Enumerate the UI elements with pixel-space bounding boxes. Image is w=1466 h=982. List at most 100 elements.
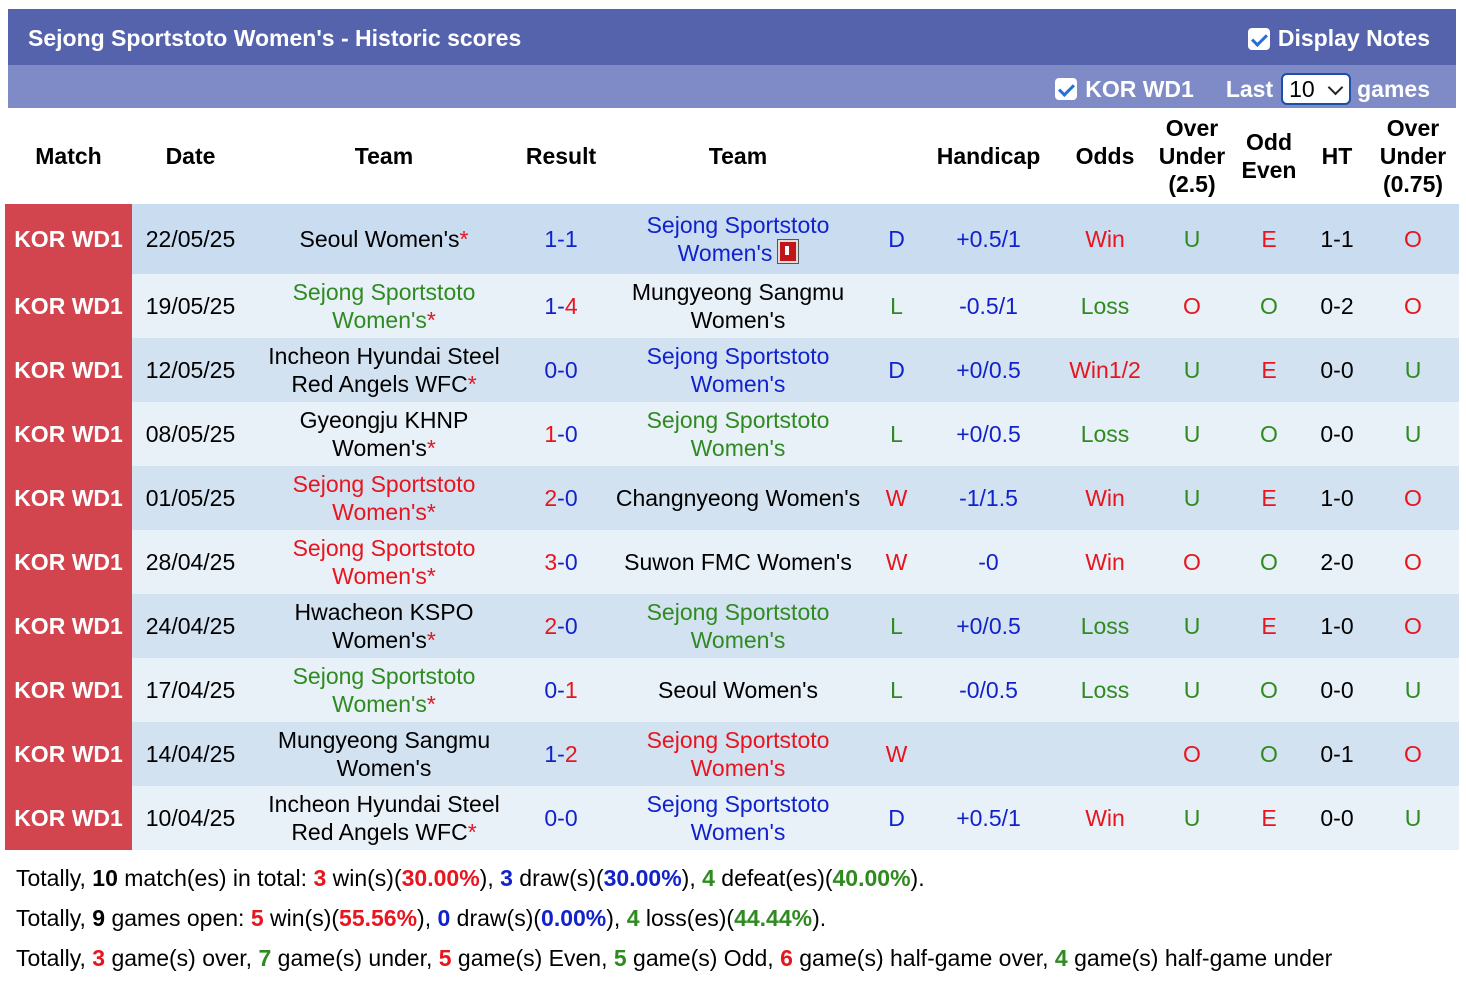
table-row[interactable]: KOR WD1 19/05/25 Sejong Sportstoto Women's*… — [5, 274, 1459, 338]
league-cell[interactable]: KOR WD1 — [5, 722, 132, 786]
league-cell[interactable]: KOR WD1 — [5, 658, 132, 722]
summary-segment: game(s) Odd, — [626, 945, 781, 971]
handicap-cell: +0/0.5 — [920, 402, 1057, 466]
result-cell[interactable]: 1-2 — [519, 722, 603, 786]
odd-even-cell: O — [1231, 530, 1307, 594]
display-notes-toggle[interactable]: Display Notes — [1247, 25, 1430, 52]
away-team-cell[interactable]: Seoul Women's — [603, 658, 873, 722]
games-count-select[interactable]: 10 — [1281, 73, 1352, 105]
result-cell[interactable]: 0-1 — [519, 658, 603, 722]
score-away: 0 — [564, 357, 578, 383]
away-team-cell[interactable]: Sejong Sportstoto Women's — [603, 786, 873, 850]
away-team-name-line: Women's — [690, 627, 786, 653]
away-team-cell[interactable]: Sejong Sportstoto Women's — [603, 204, 873, 274]
table-body: KOR WD1 22/05/25 Seoul Women's* 1-1 Sejong S… — [5, 204, 1459, 850]
table-row[interactable]: KOR WD1 24/04/25 Hwacheon KSPO Women's* 2-0 S… — [5, 594, 1459, 658]
league-cell[interactable]: KOR WD1 — [5, 402, 132, 466]
away-team-name-line: Women's — [690, 819, 786, 845]
table-row[interactable]: KOR WD1 17/04/25 Sejong Sportstoto Women's*… — [5, 658, 1459, 722]
league-cell[interactable]: KOR WD1 — [5, 204, 132, 274]
summary-segment: 30.00% — [401, 865, 480, 891]
table-row[interactable]: KOR WD1 12/05/25 Incheon Hyundai Steel Red … — [5, 338, 1459, 402]
result-cell[interactable]: 2-0 — [519, 466, 603, 530]
table-row[interactable]: KOR WD1 14/04/25 Mungyeong Sangmu Women's 1-… — [5, 722, 1459, 786]
home-team-mark: * — [459, 226, 469, 252]
league-cell[interactable]: KOR WD1 — [5, 530, 132, 594]
over-under-cell: U — [1153, 466, 1231, 530]
league-cell[interactable]: KOR WD1 — [5, 594, 132, 658]
league-filter-checkbox[interactable] — [1055, 78, 1078, 100]
score-away: 2 — [564, 741, 578, 767]
odd-even-cell: E — [1231, 204, 1307, 274]
home-team-cell[interactable]: Gyeongju KHNP Women's* — [249, 402, 519, 466]
home-team-name-line: Women's — [332, 435, 427, 461]
away-team-cell[interactable]: Sejong Sportstoto Women's — [603, 402, 873, 466]
over-under-ht-cell: O — [1367, 466, 1459, 530]
home-team-cell[interactable]: Seoul Women's* — [249, 204, 519, 274]
away-team-cell[interactable]: Sejong Sportstoto Women's — [603, 338, 873, 402]
checkbox-checked-icon[interactable] — [1247, 27, 1270, 50]
home-team-cell[interactable]: Hwacheon KSPO Women's* — [249, 594, 519, 658]
result-cell[interactable]: 0-0 — [519, 338, 603, 402]
title-bar: Sejong Sportstoto Women's - Historic sco… — [8, 9, 1456, 65]
wdl-cell: L — [873, 594, 920, 658]
result-cell[interactable]: 3-0 — [519, 530, 603, 594]
summary-panel: Totally, 10 match(es) in total: 3 win(s)… — [5, 852, 1459, 977]
summary-segment: game(s) under, — [271, 945, 439, 971]
home-team-mark: * — [426, 435, 436, 461]
score-home: 2 — [544, 613, 558, 639]
handicap-cell: -1/1.5 — [920, 466, 1057, 530]
col-header-ht: HT — [1307, 108, 1367, 204]
table-row[interactable]: KOR WD1 22/05/25 Seoul Women's* 1-1 Sejong S… — [5, 204, 1459, 274]
home-team-cell[interactable]: Mungyeong Sangmu Women's — [249, 722, 519, 786]
away-team-cell[interactable]: Sejong Sportstoto Women's — [603, 594, 873, 658]
home-team-cell[interactable]: Sejong Sportstoto Women's* — [249, 530, 519, 594]
home-team-cell[interactable]: Incheon Hyundai Steel Red Angels WFC* — [249, 338, 519, 402]
score-separator: - — [557, 613, 565, 639]
odds-cell: Loss — [1057, 402, 1153, 466]
table-row[interactable]: KOR WD1 28/04/25 Sejong Sportstoto Women's*… — [5, 530, 1459, 594]
away-team-cell[interactable]: Suwon FMC Women's — [603, 530, 873, 594]
summary-line-results: Totally, 10 match(es) in total: 3 win(s)… — [16, 865, 925, 892]
result-cell[interactable]: 2-0 — [519, 594, 603, 658]
league-cell[interactable]: KOR WD1 — [5, 338, 132, 402]
odds-cell: Win — [1057, 530, 1153, 594]
odd-even-cell: O — [1231, 402, 1307, 466]
odds-cell: Win — [1057, 786, 1153, 850]
score-separator: - — [557, 226, 565, 252]
score-home: 0 — [544, 805, 558, 831]
odd-even-cell: O — [1231, 722, 1307, 786]
games-count-value: 10 — [1289, 75, 1315, 102]
home-team-cell[interactable]: Sejong Sportstoto Women's* — [249, 658, 519, 722]
league-cell[interactable]: KOR WD1 — [5, 466, 132, 530]
summary-segment: Totally, — [16, 865, 93, 891]
home-team-cell[interactable]: Incheon Hyundai Steel Red Angels WFC* — [249, 786, 519, 850]
summary-segment: 4 — [1054, 945, 1068, 971]
table-row[interactable]: KOR WD1 10/04/25 Incheon Hyundai Steel Red … — [5, 786, 1459, 850]
away-team-cell[interactable]: Changnyeong Women's — [603, 466, 873, 530]
home-team-cell[interactable]: Sejong Sportstoto Women's* — [249, 274, 519, 338]
away-team-cell[interactable]: Mungyeong Sangmu Women's — [603, 274, 873, 338]
table-row[interactable]: KOR WD1 08/05/25 Gyeongju KHNP Women's* 1-0 S… — [5, 402, 1459, 466]
home-team-name-line: Sejong Sportstoto — [292, 663, 476, 689]
table-row[interactable]: KOR WD1 01/05/25 Sejong Sportstoto Women's*… — [5, 466, 1459, 530]
handicap-cell — [920, 722, 1057, 786]
summary-segment: Totally, — [16, 905, 93, 931]
result-cell[interactable]: 1-0 — [519, 402, 603, 466]
result-cell[interactable]: 1-4 — [519, 274, 603, 338]
league-cell[interactable]: KOR WD1 — [5, 274, 132, 338]
over-under-cell: U — [1153, 402, 1231, 466]
odd-even-cell: E — [1231, 466, 1307, 530]
away-team-cell[interactable]: Sejong Sportstoto Women's — [603, 722, 873, 786]
result-cell[interactable]: 0-0 — [519, 786, 603, 850]
away-team-name-line: Women's — [690, 371, 786, 397]
home-team-cell[interactable]: Sejong Sportstoto Women's* — [249, 466, 519, 530]
result-cell[interactable]: 1-1 — [519, 204, 603, 274]
red-card-icon — [778, 240, 799, 263]
league-cell[interactable]: KOR WD1 — [5, 786, 132, 850]
col-header-ou-line2: Under — [1158, 143, 1226, 169]
col-header-oe-line1: Odd — [1246, 129, 1292, 155]
score-away: 0 — [564, 421, 578, 447]
home-team-mark: * — [426, 563, 436, 589]
over-under-cell: O — [1153, 530, 1231, 594]
